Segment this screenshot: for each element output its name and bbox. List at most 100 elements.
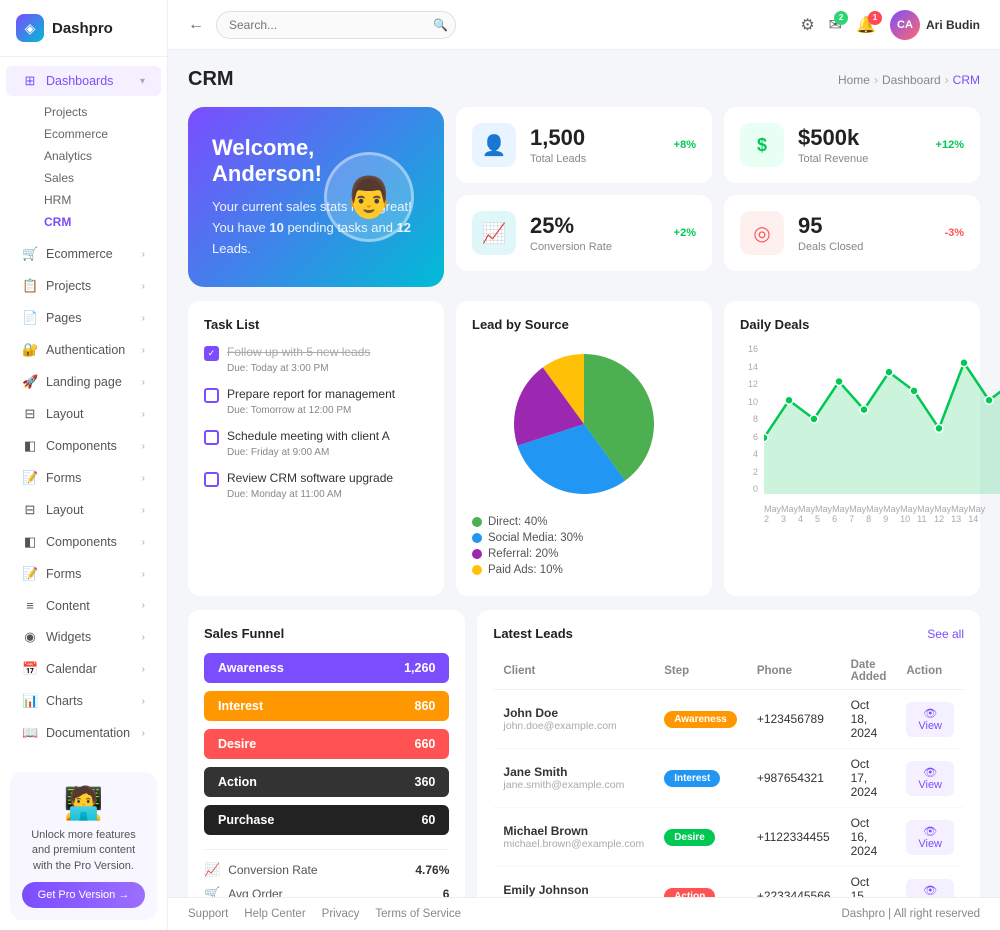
sidebar-section-ecommerce: 🛒Ecommerce›	[0, 239, 167, 269]
task-checkbox[interactable]	[204, 346, 219, 361]
client-name: Michael Brown	[503, 824, 644, 838]
breadcrumb: Home › Dashboard › CRM	[838, 73, 980, 87]
sidebar-sub-item-analytics[interactable]: Analytics	[36, 145, 151, 167]
get-pro-button[interactable]: Get Pro Version →	[22, 882, 145, 908]
sidebar-item-dashboards[interactable]: ⊞Dashboards▾	[6, 66, 161, 96]
daily-deals-chart: 1614121086420 May 2May 3May 4May 5May 6M…	[740, 344, 964, 524]
stat-body-leads: 1,500 Total Leads	[530, 125, 660, 165]
funnel-bar-value: 660	[415, 737, 436, 751]
nav-label: Calendar	[46, 662, 97, 676]
task-content: Follow up with 5 new leads Due: Today at…	[227, 344, 370, 374]
nav-label: Components	[46, 439, 117, 453]
sidebar-item-components[interactable]: ◧Components›	[6, 431, 161, 461]
chevron-icon: ›	[142, 600, 145, 611]
sidebar-item-documentation[interactable]: 📖Documentation›	[6, 718, 161, 748]
y-label: 16	[740, 344, 758, 354]
funnel-bar-label: Purchase	[218, 813, 274, 827]
sidebar-sub-item-projects[interactable]: Projects	[36, 101, 151, 123]
deals-label: Deals Closed	[798, 241, 930, 253]
bell-icon[interactable]: 🔔 1	[856, 15, 876, 35]
y-label: 8	[740, 414, 758, 424]
sidebar-item-calendar[interactable]: 📅Calendar›	[6, 654, 161, 684]
task-checkbox[interactable]	[204, 388, 219, 403]
legend-label: Direct: 40%	[488, 516, 547, 528]
sidebar-item-landing-page[interactable]: 🚀Landing page›	[6, 367, 161, 397]
revenue-value: $500k	[798, 125, 922, 151]
sidebar-sub-item-hrm[interactable]: HRM	[36, 189, 151, 211]
x-label: May 6	[832, 504, 849, 524]
sidebar-item-layout[interactable]: ⊟Layout›	[6, 495, 161, 525]
sidebar-item-content[interactable]: ≡Content›	[6, 591, 161, 620]
sidebar-nav: ⊞Dashboards▾ ProjectsEcommerceAnalyticsSa…	[0, 57, 167, 762]
view-button[interactable]: 👁 View	[906, 879, 954, 897]
logo[interactable]: ◈ Dashpro	[0, 0, 167, 57]
nav-label: Layout	[46, 407, 84, 421]
task-checkbox[interactable]	[204, 430, 219, 445]
view-button[interactable]: 👁 View	[906, 820, 954, 855]
sidebar-item-widgets[interactable]: ◉Widgets›	[6, 622, 161, 652]
sidebar-sub-item-sales[interactable]: Sales	[36, 167, 151, 189]
y-label: 0	[740, 484, 758, 494]
funnel-bar-label: Interest	[218, 699, 263, 713]
sidebar-item-pages[interactable]: 📄Pages›	[6, 303, 161, 333]
task-item: Review CRM software upgrade Due: Monday …	[204, 470, 428, 500]
sidebar-item-components[interactable]: ◧Components›	[6, 527, 161, 557]
search-icon[interactable]: 🔍	[433, 18, 448, 32]
user-avatar-wrap[interactable]: CA Ari Budin	[890, 10, 980, 40]
see-all-link[interactable]: See all	[927, 627, 964, 641]
metric-icon: 🛒	[204, 886, 220, 897]
client-name: John Doe	[503, 706, 644, 720]
total-leads-change: +8%	[674, 139, 696, 151]
stat-card-revenue: $ $500k Total Revenue +12%	[724, 107, 980, 183]
stat-body-revenue: $500k Total Revenue	[798, 125, 922, 165]
action-cell: 👁 View	[896, 867, 964, 897]
task-content: Schedule meeting with client A Due: Frid…	[227, 428, 390, 458]
footer-link-support[interactable]: Support	[188, 908, 228, 920]
step-badge: Interest	[664, 770, 720, 787]
footer-link-terms-of-service[interactable]: Terms of Service	[375, 908, 461, 920]
back-button[interactable]: ←	[188, 16, 204, 34]
revenue-change: +12%	[936, 139, 964, 151]
sidebar-item-layout[interactable]: ⊟Layout›	[6, 399, 161, 429]
legend-dot	[472, 549, 482, 559]
chevron-icon: ▾	[140, 76, 145, 87]
sidebar-item-forms[interactable]: 📝Forms›	[6, 559, 161, 589]
funnel-bar-action: Action360	[204, 767, 449, 797]
chevron-icon: ›	[142, 345, 145, 356]
sidebar-item-projects[interactable]: 📋Projects›	[6, 271, 161, 301]
header-icons: ⚙ ✉ 2 🔔 1 CA Ari Budin	[800, 10, 980, 40]
mail-icon[interactable]: ✉ 2	[829, 15, 842, 35]
chart-dot	[935, 425, 943, 433]
sidebar-item-charts[interactable]: 📊Charts›	[6, 686, 161, 716]
sidebar-item-forms[interactable]: 📝Forms›	[6, 463, 161, 493]
search-input[interactable]	[216, 11, 456, 39]
sales-funnel-title: Sales Funnel	[204, 626, 449, 641]
view-button[interactable]: 👁 View	[906, 702, 954, 737]
sidebar-sub-item-ecommerce[interactable]: Ecommerce	[36, 123, 151, 145]
sidebar-section-forms: 📝Forms›	[0, 559, 167, 589]
task-checkbox[interactable]	[204, 472, 219, 487]
chevron-icon: ›	[142, 728, 145, 739]
phone-cell: +987654321	[747, 749, 841, 808]
footer-link-help-center[interactable]: Help Center	[244, 908, 305, 920]
chevron-icon: ›	[142, 473, 145, 484]
funnel-bar-label: Awareness	[218, 661, 284, 675]
legend-item: Direct: 40%	[472, 516, 696, 528]
sidebar-section-content: ≡Content›	[0, 591, 167, 620]
settings-icon[interactable]: ⚙	[800, 15, 814, 35]
sidebar-sub-item-crm[interactable]: CRM	[36, 211, 151, 233]
nav-label: Documentation	[46, 726, 130, 740]
phone-cell: +2233445566	[747, 867, 841, 897]
legend-item: Referral: 20%	[472, 548, 696, 560]
y-label: 12	[740, 379, 758, 389]
sidebar-item-ecommerce[interactable]: 🛒Ecommerce›	[6, 239, 161, 269]
sidebar-item-authentication[interactable]: 🔐Authentication›	[6, 335, 161, 365]
date-cell: Oct 18, 2024	[841, 690, 897, 749]
view-button[interactable]: 👁 View	[906, 761, 954, 796]
latest-leads-card: Latest Leads See all ClientStepPhoneDate…	[477, 610, 980, 897]
chart-yaxis: 1614121086420	[740, 344, 758, 494]
sidebar-promo: 🧑‍💻 Unlock more features and premium con…	[10, 772, 157, 920]
chevron-icon: ›	[142, 537, 145, 548]
footer-link-privacy[interactable]: Privacy	[322, 908, 360, 920]
nav-label: Charts	[46, 694, 83, 708]
